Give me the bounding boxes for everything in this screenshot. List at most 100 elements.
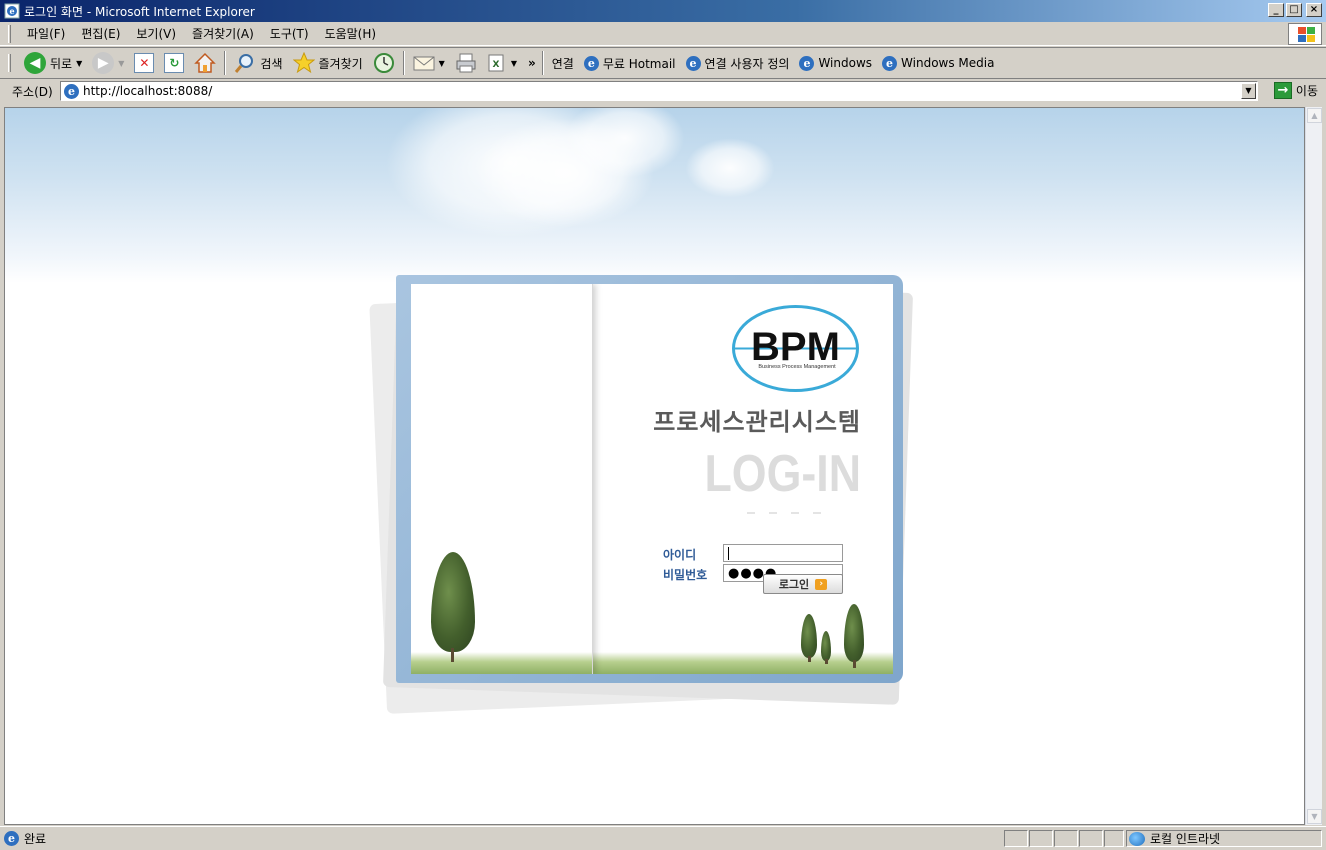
- stop-icon: ✕: [134, 53, 155, 73]
- status-cell: [1004, 830, 1028, 847]
- system-title: 프로세스관리시스템: [653, 408, 861, 436]
- stop-button[interactable]: ✕: [129, 49, 159, 77]
- forward-button[interactable]: ▶ ▼: [87, 49, 129, 77]
- login-button[interactable]: 로그인 ›: [763, 574, 843, 594]
- refresh-icon: ↻: [164, 53, 185, 73]
- ie-icon: e: [583, 55, 599, 71]
- scroll-down-icon[interactable]: ▼: [1307, 809, 1322, 824]
- edit-icon: X: [488, 54, 504, 72]
- link-customize[interactable]: e 연결 사용자 정의: [681, 49, 795, 77]
- status-text: 완료: [24, 832, 47, 846]
- menu-tools[interactable]: 도구(T): [262, 25, 317, 42]
- svg-text:e: e: [9, 6, 14, 16]
- address-url[interactable]: http://localhost:8088/: [83, 84, 212, 98]
- menu-edit[interactable]: 편집(E): [73, 25, 128, 42]
- go-icon: →: [1273, 82, 1292, 99]
- status-cell: [1054, 830, 1078, 847]
- security-zone[interactable]: 로컬 인트라넷: [1126, 830, 1322, 847]
- link-hotmail[interactable]: e 무료 Hotmail: [579, 49, 681, 77]
- favorites-button[interactable]: 즐겨찾기: [288, 49, 368, 77]
- link-label: 무료 Hotmail: [602, 56, 676, 71]
- ie-icon: e: [882, 55, 898, 71]
- minimize-button[interactable]: _: [1268, 3, 1284, 17]
- status-bar: e 완료 로컬 인트라넷: [0, 826, 1326, 850]
- toolbar-grip[interactable]: [8, 54, 11, 72]
- id-input[interactable]: [723, 544, 843, 562]
- address-input[interactable]: e http://localhost:8088/ ▼: [60, 81, 1258, 101]
- search-button[interactable]: 검색: [229, 49, 287, 77]
- go-label: 이동: [1295, 84, 1318, 98]
- login-card: BPM Business Process Management 프로세스관리시스…: [411, 284, 893, 674]
- logo-text: BPM: [751, 325, 840, 369]
- refresh-button[interactable]: ↻: [159, 49, 189, 77]
- star-icon: [292, 52, 315, 74]
- ie-icon: e: [685, 55, 701, 71]
- menu-grip[interactable]: [8, 24, 11, 43]
- menu-file[interactable]: 파일(F): [19, 25, 73, 42]
- text-caret: [728, 546, 729, 560]
- maximize-button[interactable]: □: [1286, 3, 1302, 17]
- ie-icon: e: [799, 55, 815, 71]
- print-icon: [456, 53, 476, 73]
- address-dropdown-icon[interactable]: ▼: [1241, 83, 1256, 99]
- back-label: 뒤로: [50, 56, 73, 71]
- toolbar-chevron[interactable]: »: [528, 56, 536, 70]
- id-label: 아이디: [663, 548, 697, 562]
- page-status-icon: e: [4, 831, 19, 846]
- address-bar: 주소(D) e http://localhost:8088/ ▼ → 이동: [0, 80, 1326, 102]
- search-label: 검색: [260, 56, 283, 71]
- login-heading: LOG-IN: [704, 445, 861, 503]
- title-bar: e 로그인 화면 - Microsoft Internet Explorer _…: [0, 0, 1326, 22]
- close-button[interactable]: ×: [1306, 3, 1322, 17]
- link-label: Windows Media: [901, 56, 995, 70]
- search-icon: [235, 54, 254, 73]
- link-windows-media[interactable]: e Windows Media: [877, 49, 999, 77]
- back-button[interactable]: ◀ 뒤로 ▼: [19, 49, 87, 77]
- go-button[interactable]: → 이동: [1273, 82, 1318, 99]
- mail-button[interactable]: ▼: [408, 49, 450, 77]
- logo-subtext: Business Process Management: [758, 364, 836, 370]
- login-button-label: 로그인: [778, 578, 810, 591]
- edit-dropdown-icon[interactable]: ▼: [511, 59, 517, 68]
- vertical-scrollbar[interactable]: ▲ ▼: [1305, 107, 1322, 825]
- page-viewport: BPM Business Process Management 프로세스관리시스…: [4, 107, 1305, 825]
- left-panel: [411, 284, 593, 674]
- sky-background: [5, 108, 1304, 283]
- forward-icon: ▶: [92, 52, 115, 74]
- link-label: 연결 사용자 정의: [704, 56, 790, 71]
- toolbar-separator: [541, 51, 544, 75]
- menu-favorites[interactable]: 즐겨찾기(A): [184, 25, 262, 42]
- scroll-up-icon[interactable]: ▲: [1307, 108, 1322, 123]
- mail-icon: [413, 56, 435, 71]
- ie-icon: e: [64, 83, 79, 99]
- edit-button[interactable]: X ▼: [482, 49, 522, 77]
- back-icon: ◀: [24, 52, 46, 74]
- password-label: 비밀번호: [663, 568, 708, 582]
- print-button[interactable]: [450, 49, 482, 77]
- forward-dropdown-icon[interactable]: ▼: [118, 59, 124, 68]
- menu-bar: 파일(F) 편집(E) 보기(V) 즐겨찾기(A) 도구(T) 도움말(H): [0, 22, 1326, 46]
- bpm-logo: BPM Business Process Management: [732, 305, 859, 392]
- globe-icon: [1129, 831, 1145, 846]
- ie-icon: e: [4, 3, 20, 19]
- cloud: [685, 138, 775, 198]
- menu-help[interactable]: 도움말(H): [317, 25, 385, 42]
- history-button[interactable]: [368, 49, 400, 77]
- status-cell: [1029, 830, 1053, 847]
- home-icon: [194, 52, 217, 73]
- mail-dropdown-icon[interactable]: ▼: [439, 59, 445, 68]
- back-dropdown-icon[interactable]: ▼: [76, 59, 82, 68]
- address-label: 주소(D): [12, 84, 53, 99]
- link-windows[interactable]: e Windows: [794, 49, 877, 77]
- links-label: 연결: [551, 56, 574, 71]
- home-button[interactable]: [189, 49, 221, 77]
- toolbar-separator: [224, 51, 227, 75]
- history-icon: [373, 53, 394, 73]
- arrow-right-icon: ›: [815, 578, 828, 590]
- grass: [411, 652, 592, 674]
- status-cell: [1079, 830, 1103, 847]
- menu-view[interactable]: 보기(V): [128, 25, 184, 42]
- toolbar-separator: [402, 51, 405, 75]
- windows-flag-icon: [1288, 23, 1322, 45]
- divider: [747, 512, 827, 514]
